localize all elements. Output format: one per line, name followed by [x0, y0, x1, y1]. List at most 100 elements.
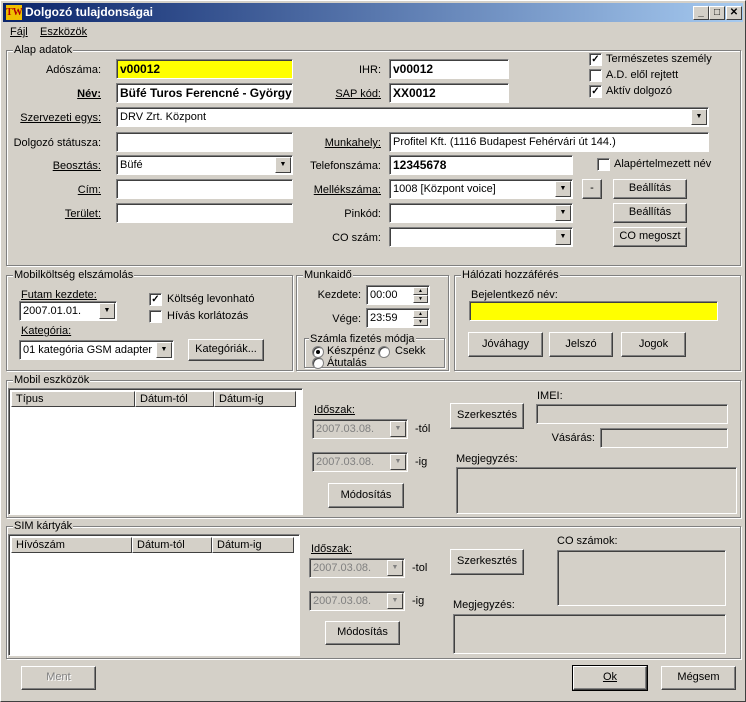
default-name-checkbox[interactable]: [597, 158, 610, 171]
natural-person-checkbox[interactable]: ✓: [589, 53, 602, 66]
spinner[interactable]: ▲ ▼: [413, 287, 428, 303]
ok-button[interactable]: Ok: [572, 665, 648, 691]
minimize-button[interactable]: _: [693, 6, 709, 20]
address-field[interactable]: [116, 179, 293, 199]
area-field[interactable]: [116, 203, 293, 223]
phone-field[interactable]: 12345678: [389, 155, 573, 175]
position-select[interactable]: Büfé ▼: [116, 155, 293, 175]
unit-value: DRV Zrt. Központ: [120, 111, 206, 123]
sim-period-from-select[interactable]: 2007.03.08. ▼: [309, 558, 405, 578]
name-field[interactable]: Büfé Turos Ferencné - György: [116, 83, 293, 103]
sim-note-label: Megjegyzés:: [453, 599, 515, 611]
pin-select[interactable]: ▼: [389, 203, 573, 223]
spin-down-icon[interactable]: ▼: [413, 318, 428, 326]
active-employee-checkbox[interactable]: ✓: [589, 85, 602, 98]
default-name-label: Alapértelmezett név: [614, 158, 712, 170]
settings-button[interactable]: Beállítás: [613, 179, 687, 199]
co-numbers-field[interactable]: [557, 550, 726, 606]
co-numbers-label: CO számok:: [557, 535, 618, 547]
co-number-select[interactable]: ▼: [389, 227, 573, 247]
sap-field[interactable]: XX0012: [389, 83, 509, 103]
categories-button[interactable]: Kategóriák...: [188, 339, 264, 361]
transfer-radio[interactable]: [312, 357, 324, 369]
pin-settings-button[interactable]: Beállítás: [613, 203, 687, 223]
modify-button[interactable]: Módosítás: [328, 483, 404, 508]
deductible-checkbox[interactable]: ✓: [149, 293, 162, 306]
end-time-field[interactable]: 23:59 ▲ ▼: [366, 308, 430, 328]
menu-bar: Fájl Eszközök: [3, 24, 743, 42]
column-date-from[interactable]: Dátum-tól: [132, 537, 212, 553]
column-date-to[interactable]: Dátum-ig: [212, 537, 294, 553]
chevron-down-icon[interactable]: ▼: [387, 560, 403, 576]
sim-modify-button[interactable]: Módosítás: [325, 621, 400, 645]
co-share-button[interactable]: CO megoszt: [613, 227, 687, 247]
sim-cards-title: SIM kártyák: [13, 520, 74, 532]
run-start-select[interactable]: 2007.01.01. ▼: [19, 301, 117, 321]
sim-to-suffix: -ig: [412, 595, 425, 607]
device-note-field[interactable]: [456, 467, 737, 514]
call-limit-checkbox[interactable]: [149, 310, 162, 323]
imei-field[interactable]: [536, 404, 728, 424]
chevron-down-icon[interactable]: ▼: [156, 342, 172, 358]
spin-up-icon[interactable]: ▲: [413, 287, 428, 295]
purchase-field[interactable]: [600, 428, 728, 448]
chevron-down-icon[interactable]: ▼: [99, 303, 115, 319]
chevron-down-icon[interactable]: ▼: [691, 109, 707, 125]
spin-up-icon[interactable]: ▲: [413, 310, 428, 318]
column-date-to[interactable]: Dátum-ig: [214, 391, 296, 407]
call-limit-label: Hívás korlátozás: [167, 310, 249, 322]
approve-button[interactable]: Jóváhagy: [468, 332, 543, 357]
chevron-down-icon[interactable]: ▼: [555, 205, 571, 221]
save-button[interactable]: Ment: [21, 666, 96, 690]
edit-button[interactable]: Szerkesztés: [450, 403, 524, 429]
category-select[interactable]: 01 kategória GSM adapter ▼: [19, 340, 174, 360]
login-name-field[interactable]: [469, 301, 718, 321]
sim-note-field[interactable]: [453, 614, 726, 654]
chevron-down-icon[interactable]: ▼: [387, 593, 403, 609]
extension-value: 1008 [Központ voice]: [393, 183, 496, 195]
active-employee-label: Aktív dolgozó: [606, 85, 673, 97]
workplace-field[interactable]: Profitel Kft. (1116 Budapest Fehérvári ú…: [389, 132, 709, 152]
spinner[interactable]: ▲ ▼: [413, 310, 428, 326]
sim-edit-button[interactable]: Szerkesztés: [450, 549, 524, 575]
chevron-down-icon[interactable]: ▼: [555, 229, 571, 245]
phone-label: Telefonszáma:: [310, 160, 381, 172]
column-date-from[interactable]: Dátum-tól: [135, 391, 214, 407]
close-button[interactable]: ✕: [726, 6, 742, 20]
column-phone-number[interactable]: Hívószám: [11, 537, 132, 553]
basic-data-title: Alap adatok: [13, 44, 74, 56]
chevron-down-icon[interactable]: ▼: [275, 157, 291, 173]
worktime-title: Munkaidő: [303, 269, 353, 281]
extension-select[interactable]: 1008 [Központ voice] ▼: [389, 179, 573, 199]
menu-file[interactable]: Fájl: [10, 26, 28, 38]
check-radio[interactable]: [378, 346, 390, 358]
sim-period-to-select[interactable]: 2007.03.08. ▼: [309, 591, 405, 611]
status-field[interactable]: [116, 132, 293, 152]
co-number-label: CO szám:: [332, 232, 381, 244]
spin-down-icon[interactable]: ▼: [413, 295, 428, 303]
rights-button[interactable]: Jogok: [621, 332, 686, 357]
title-bar[interactable]: TW Dolgozó tulajdonságai _ □ ✕: [3, 3, 743, 22]
tax-number-field[interactable]: v00012: [116, 59, 293, 79]
deductible-label: Költség levonható: [167, 293, 255, 305]
period-from-select[interactable]: 2007.03.08. ▼: [312, 419, 408, 439]
ad-hidden-checkbox[interactable]: [589, 69, 602, 82]
sim-from-suffix: -tol: [412, 562, 428, 574]
column-type[interactable]: Típus: [11, 391, 135, 407]
maximize-button[interactable]: □: [709, 6, 725, 20]
ihr-field[interactable]: v00012: [389, 59, 509, 79]
unit-select[interactable]: DRV Zrt. Központ ▼: [116, 107, 709, 127]
workplace-label: Munkahely:: [324, 137, 381, 149]
chevron-down-icon[interactable]: ▼: [390, 454, 406, 470]
menu-tools[interactable]: Eszközök: [40, 26, 87, 38]
password-button[interactable]: Jelszó: [549, 332, 613, 357]
period-to-select[interactable]: 2007.03.08. ▼: [312, 452, 408, 472]
start-time-field[interactable]: 00:00 ▲ ▼: [366, 285, 430, 305]
mobile-devices-list[interactable]: Típus Dátum-tól Dátum-ig: [8, 388, 303, 515]
chevron-down-icon[interactable]: ▼: [555, 181, 571, 197]
mobile-devices-title: Mobil eszközök: [13, 374, 91, 386]
chevron-down-icon[interactable]: ▼: [390, 421, 406, 437]
cancel-button[interactable]: Mégsem: [661, 666, 736, 690]
sim-cards-list[interactable]: Hívószám Dátum-tól Dátum-ig: [8, 534, 300, 656]
remove-extension-button[interactable]: -: [582, 179, 602, 199]
